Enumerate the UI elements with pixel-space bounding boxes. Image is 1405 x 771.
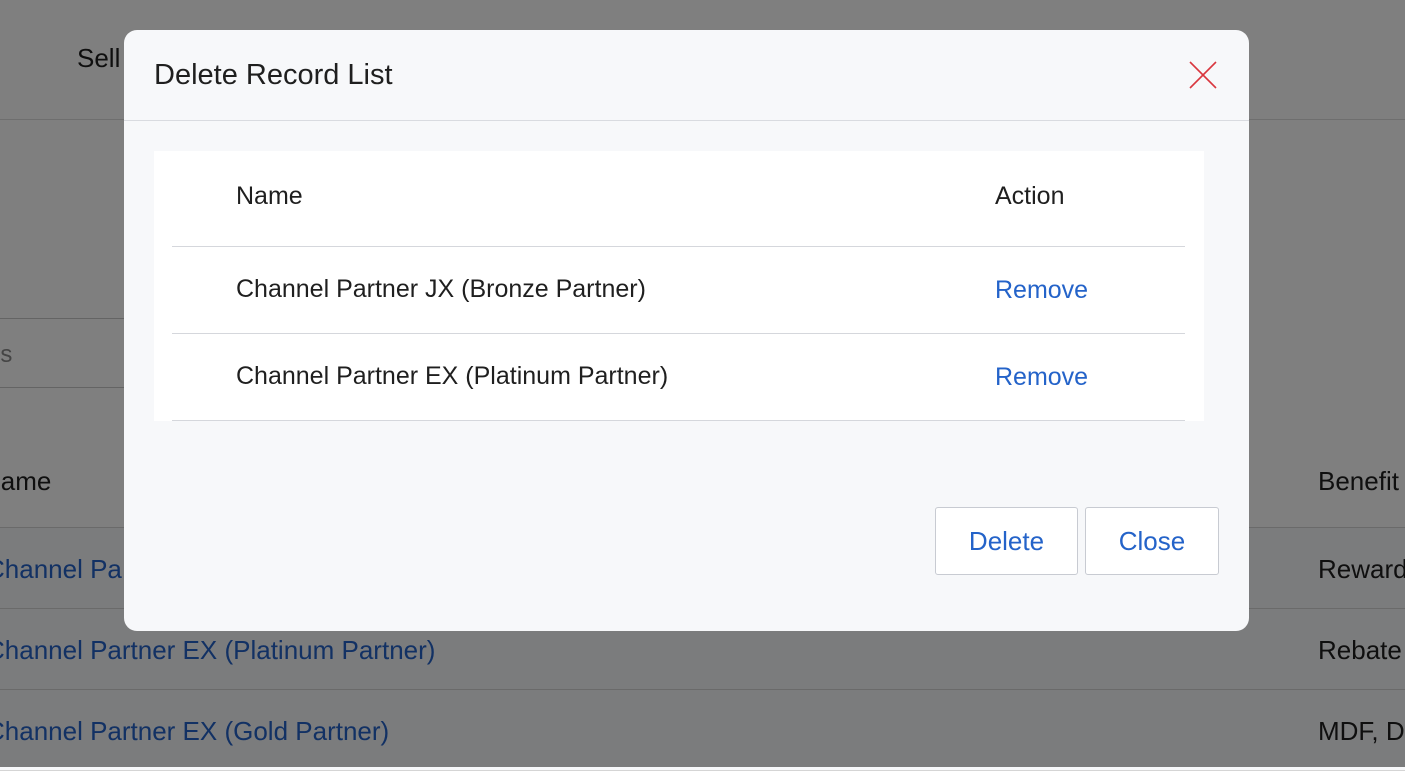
- record-list-header: Name Action: [172, 151, 1185, 247]
- record-row: Channel Partner JX (Bronze Partner) Remo…: [172, 247, 1185, 334]
- dialog-title: Delete Record List: [154, 59, 393, 91]
- close-x-icon[interactable]: [1186, 58, 1220, 92]
- remove-link[interactable]: Remove: [995, 276, 1088, 305]
- delete-record-dialog: Delete Record List Name Action Channel P…: [124, 30, 1249, 631]
- delete-button[interactable]: Delete: [935, 507, 1078, 575]
- column-header-name: Name: [236, 182, 303, 210]
- record-name: Channel Partner EX (Platinum Partner): [236, 362, 669, 390]
- record-name: Channel Partner JX (Bronze Partner): [236, 275, 646, 303]
- record-row: Channel Partner EX (Platinum Partner) Re…: [172, 334, 1185, 421]
- column-header-action: Action: [995, 182, 1065, 210]
- record-list: Name Action Channel Partner JX (Bronze P…: [154, 151, 1204, 421]
- remove-link[interactable]: Remove: [995, 363, 1088, 392]
- dialog-header: Delete Record List: [124, 30, 1249, 121]
- close-button[interactable]: Close: [1085, 507, 1219, 575]
